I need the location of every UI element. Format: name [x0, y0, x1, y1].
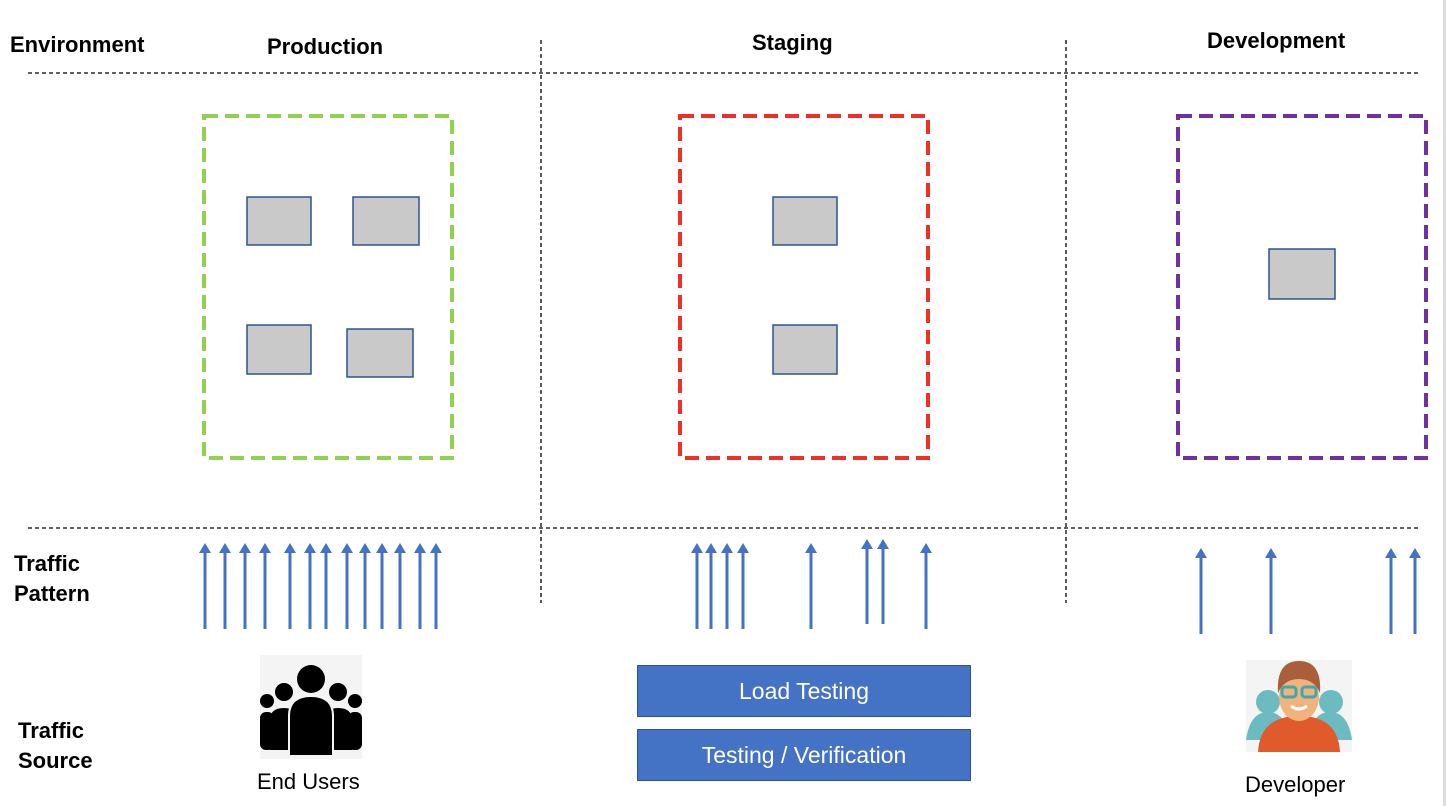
environment-diagram: Environment Production Staging Developme…: [0, 0, 1446, 806]
traffic-arrow: [359, 543, 371, 629]
traffic-arrow: [691, 543, 703, 629]
traffic-arrow: [199, 543, 211, 629]
traffic-arrow: [1409, 548, 1421, 634]
traffic-arrow: [920, 543, 932, 629]
traffic-arrow: [877, 539, 889, 624]
traffic-arrow: [805, 543, 817, 629]
traffic-arrow: [394, 543, 406, 629]
traffic-arrow: [259, 543, 271, 629]
traffic-arrow: [284, 543, 296, 629]
staging-environment-box: [678, 114, 930, 460]
traffic-arrow: [304, 543, 316, 629]
traffic-arrow: [376, 543, 388, 629]
development-column-title: Development: [1207, 28, 1346, 53]
server-instance: [346, 328, 414, 378]
server-instance: [246, 324, 312, 375]
traffic-source-row-label: Traffic Source: [18, 718, 93, 773]
traffic-arrow: [1195, 548, 1207, 634]
end-users-label: End Users: [257, 769, 360, 794]
traffic-pattern-row-label: Traffic Pattern: [14, 551, 90, 606]
traffic-arrow: [1265, 548, 1277, 634]
traffic-arrow: [219, 543, 231, 629]
traffic-arrow: [430, 543, 442, 629]
server-instance: [246, 196, 312, 246]
server-instance: [1268, 248, 1336, 300]
traffic-arrow: [721, 543, 733, 629]
server-instance: [772, 196, 838, 246]
users-group-icon: [260, 655, 362, 759]
load-testing-box: Load Testing: [637, 665, 971, 717]
testing-verification-box: Testing / Verification: [637, 729, 971, 781]
traffic-arrow: [861, 539, 873, 624]
traffic-arrow: [320, 543, 332, 629]
staging-column-title: Staging: [752, 30, 833, 55]
server-instance: [352, 196, 420, 246]
production-column-title: Production: [267, 34, 384, 59]
developer-label: Developer: [1245, 772, 1346, 797]
traffic-arrow: [414, 543, 426, 629]
environment-row-label: Environment: [10, 32, 145, 57]
server-instance: [772, 324, 838, 375]
traffic-arrow: [705, 543, 717, 629]
production-environment-box: [202, 114, 454, 460]
traffic-arrow: [737, 543, 749, 629]
traffic-arrow: [1385, 548, 1397, 634]
traffic-arrow: [341, 543, 353, 629]
developer-avatar-icon: [1246, 660, 1352, 752]
traffic-arrow: [239, 543, 251, 629]
